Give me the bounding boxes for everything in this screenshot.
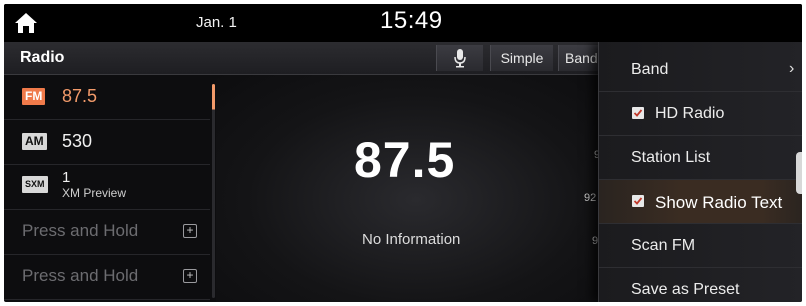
chevron-right-icon: ›: [789, 60, 795, 77]
menu-item-label: Scan FM: [631, 237, 696, 254]
add-preset-icon[interactable]: +: [183, 269, 197, 283]
options-menu: Band › HD Radio Station List Show Radio …: [598, 42, 802, 302]
date-display: Jan. 1: [196, 14, 237, 31]
menu-item-scan-fm[interactable]: Scan FM: [599, 224, 802, 268]
menu-item-label: Save as Preset: [631, 281, 740, 298]
clock-display: 15:49: [380, 7, 443, 34]
menu-item-label: Band: [631, 61, 669, 78]
station-item-sxm[interactable]: SXM 1 XM Preview: [4, 165, 210, 210]
station-channel: 1: [62, 169, 71, 186]
current-frequency: 87.5: [354, 132, 456, 188]
home-button[interactable]: [12, 10, 40, 36]
preset-hint: Press and Hold: [22, 266, 139, 285]
menu-item-station-list[interactable]: Station List: [599, 136, 802, 180]
menu-item-label: Station List: [631, 149, 711, 166]
home-icon: [15, 13, 37, 33]
menu-item-hd-radio[interactable]: HD Radio: [599, 92, 802, 136]
checkmark-icon: [633, 197, 643, 205]
voice-button[interactable]: [436, 45, 483, 71]
page-title: Radio: [20, 49, 65, 66]
side-drawer-handle[interactable]: [796, 152, 802, 194]
hd-radio-checkbox[interactable]: [632, 107, 644, 119]
show-radio-text-checkbox[interactable]: [632, 195, 644, 207]
status-bar: Jan. 1 15:49: [4, 4, 802, 42]
now-playing-panel: 87.5 No Information 94 92 90: [216, 75, 616, 302]
preset-slot-1[interactable]: Press and Hold +: [4, 210, 210, 255]
station-list: FM 87.5 AM 530 SXM 1 XM Preview Press an…: [4, 75, 214, 302]
checkmark-icon: [633, 109, 643, 117]
am-badge: AM: [22, 133, 47, 150]
preset-hint: Press and Hold: [22, 221, 139, 240]
station-name: XM Preview: [62, 186, 127, 200]
station-item-am[interactable]: AM 530: [4, 120, 210, 165]
menu-item-save-preset[interactable]: Save as Preset: [599, 268, 802, 302]
add-preset-icon[interactable]: +: [183, 224, 197, 238]
microphone-icon: [454, 49, 466, 68]
list-scrollbar[interactable]: [212, 84, 215, 298]
sxm-badge: SXM: [22, 176, 48, 193]
menu-item-show-radio-text[interactable]: Show Radio Text: [599, 180, 802, 224]
station-info: No Information: [362, 231, 461, 248]
menu-item-band[interactable]: Band ›: [599, 48, 802, 92]
menu-item-label: HD Radio: [655, 105, 725, 122]
fm-badge: FM: [22, 88, 46, 105]
preset-slot-2[interactable]: Press and Hold +: [4, 255, 210, 300]
radio-screen: Jan. 1 15:49 Radio Simple Band FM 87.5 A…: [4, 4, 802, 302]
station-frequency: 87.5: [62, 86, 98, 106]
menu-item-label: Show Radio Text: [655, 193, 783, 212]
simple-button[interactable]: Simple: [490, 45, 553, 71]
station-item-fm[interactable]: FM 87.5: [4, 75, 210, 120]
dial-tick-label: 92: [584, 192, 597, 204]
station-frequency: 530: [62, 131, 93, 151]
